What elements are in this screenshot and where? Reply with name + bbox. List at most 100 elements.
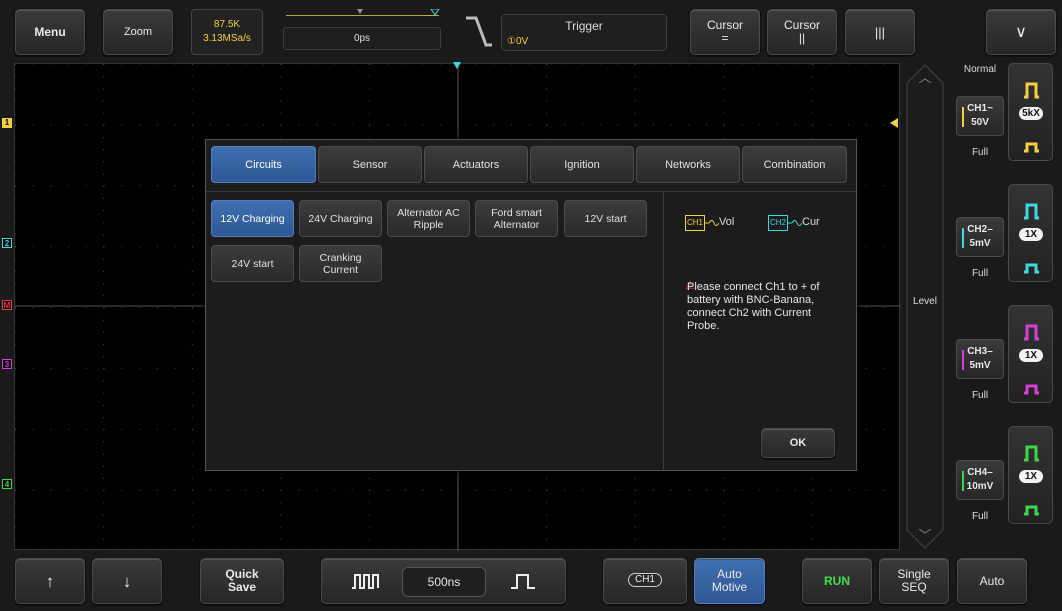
ch2-probe-tag: CH2 xyxy=(768,215,788,231)
test-12v-start[interactable]: 12V start xyxy=(564,200,647,237)
test-label: Cranking Current xyxy=(319,251,362,276)
ch4-marker[interactable]: 4 xyxy=(2,479,12,489)
tab-label: Sensor xyxy=(352,158,388,171)
ch2-name: CH2 xyxy=(967,224,988,235)
quick-save-line2: Save xyxy=(227,580,257,594)
test-12v-charging[interactable]: 12V Charging xyxy=(211,200,294,237)
test-24v-start[interactable]: 24V start xyxy=(211,245,294,282)
cursor-vertical-button[interactable]: Cursor || xyxy=(767,9,837,55)
quick-save-button[interactable]: Quick Save xyxy=(200,558,284,604)
scroll-down-button[interactable]: ↓ xyxy=(92,558,162,604)
tab-combination[interactable]: Combination xyxy=(742,146,847,183)
ch4-name: CH4 xyxy=(967,467,988,478)
ch1-marker[interactable]: 1 xyxy=(2,118,12,128)
ch3-probe-button[interactable]: 1X xyxy=(1008,305,1053,403)
ch1-probe-button[interactable]: 5kX xyxy=(1008,63,1053,161)
tab-ignition[interactable]: Ignition xyxy=(530,146,634,183)
auto-motive-button[interactable]: Auto Motive xyxy=(694,558,765,604)
test-label: 24V start xyxy=(231,257,274,270)
ch4-bandwidth: Full xyxy=(971,511,989,522)
test-label: Ford smart Alternator xyxy=(491,206,542,231)
connection-instructions: Please connect Ch1 to + of battery with … xyxy=(687,281,820,332)
tab-label: Actuators xyxy=(452,158,500,171)
ch2-color-bar xyxy=(962,228,964,248)
trigger-position-bar[interactable] xyxy=(286,9,440,18)
ch4-probe-button[interactable]: 1X xyxy=(1008,426,1053,524)
tab-networks[interactable]: Networks xyxy=(636,146,740,183)
timebase-value-text: 500ns xyxy=(427,575,461,589)
trigger-position-field[interactable]: 0ps xyxy=(283,27,441,50)
ch2-settings[interactable]: CH2– 5mV xyxy=(956,217,1004,257)
test-label: 24V Charging xyxy=(308,212,373,225)
cursor-horizontal-button[interactable]: Cursor = xyxy=(690,9,760,55)
ch1-probe-label: Vol xyxy=(719,216,735,228)
ch1-settings[interactable]: CH1~ 50V xyxy=(956,96,1004,136)
ch4-coupling: – xyxy=(987,467,993,478)
zoom-button-label: Zoom xyxy=(123,25,153,38)
ch1-probe-ratio: 5kX xyxy=(1019,107,1043,120)
math-marker[interactable]: M xyxy=(2,300,12,310)
ch3-marker[interactable]: 3 xyxy=(2,359,12,369)
record-length: 87.5K xyxy=(213,19,241,30)
arrow-down-icon: ↓ xyxy=(122,571,132,591)
ch1-name: CH1 xyxy=(967,103,988,114)
ch4-color-bar xyxy=(962,471,964,491)
acquisition-info: 87.5K 3.13MSa/s xyxy=(191,9,263,55)
trigger-level: ①0V xyxy=(507,36,529,47)
test-label: 12V Charging xyxy=(220,212,285,225)
trigger-position-value: 0ps xyxy=(353,33,371,44)
tab-actuators[interactable]: Actuators xyxy=(424,146,528,183)
ch4-settings[interactable]: CH4– 10mV xyxy=(956,460,1004,500)
category-tabs: Circuits Sensor Actuators Ignition Netwo… xyxy=(206,140,856,192)
ch1-probe-tag: CH1 xyxy=(685,215,705,231)
ch2-probe-button[interactable]: 1X xyxy=(1008,184,1053,282)
ch2-probe-ratio: 1X xyxy=(1019,228,1043,241)
single-seq-line2: SEQ xyxy=(901,580,927,594)
test-ford-smart-alternator[interactable]: Ford smart Alternator xyxy=(475,200,558,237)
menu-button-label: Menu xyxy=(34,24,66,39)
tab-label: Circuits xyxy=(245,158,282,171)
timebase-decrease-icon[interactable] xyxy=(351,571,381,591)
automotive-test-dialog: Circuits Sensor Actuators Ignition Netwo… xyxy=(205,139,857,471)
test-24v-charging[interactable]: 24V Charging xyxy=(299,200,382,237)
trigger-panel[interactable]: Trigger ①0V xyxy=(501,14,667,51)
ch3-probe-ratio: 1X xyxy=(1019,349,1043,362)
test-alternator-ac-ripple[interactable]: Alternator AC Ripple xyxy=(387,200,470,237)
timebase-increase-icon[interactable] xyxy=(508,571,538,591)
menu-button[interactable]: Menu xyxy=(15,9,85,55)
falling-edge-icon[interactable] xyxy=(464,15,494,49)
collapse-button[interactable]: ∨ xyxy=(986,9,1056,55)
tab-sensor[interactable]: Sensor xyxy=(318,146,422,183)
test-label: 12V start xyxy=(584,212,627,225)
trigger-level-arrow-icon[interactable] xyxy=(890,118,898,128)
trigger-time-marker-icon[interactable] xyxy=(452,62,462,72)
trigger-position-marker-icon xyxy=(357,9,440,16)
level-label: Level xyxy=(913,296,937,307)
tab-label: Ignition xyxy=(564,158,600,171)
scroll-up-button[interactable]: ↑ xyxy=(15,558,85,604)
auto-motive-line2: Motive xyxy=(711,580,748,594)
probe-wire-icon xyxy=(788,220,802,226)
ch2-coupling: – xyxy=(987,224,993,235)
zoom-button[interactable]: Zoom xyxy=(103,9,173,55)
test-cranking-current[interactable]: Cranking Current xyxy=(299,245,382,282)
panel-divider xyxy=(663,192,664,471)
sample-rate: 3.13MSa/s xyxy=(203,33,251,44)
trigger-title: Trigger xyxy=(565,19,603,33)
auto-label: Auto xyxy=(979,573,1005,588)
ch1-bandwidth: Full xyxy=(971,147,989,158)
ch3-settings[interactable]: CH3– 5mV xyxy=(956,339,1004,379)
ch2-marker[interactable]: 2 xyxy=(2,238,12,248)
ch3-color-bar xyxy=(962,350,964,370)
run-label: RUN xyxy=(824,573,850,588)
timebase-value[interactable]: 500ns xyxy=(402,567,486,597)
ch3-name: CH3 xyxy=(967,346,988,357)
ch1-coupling: ~ xyxy=(987,103,993,114)
single-seq-button[interactable]: Single SEQ xyxy=(879,558,949,604)
measure-button[interactable]: ||| xyxy=(845,9,915,55)
tab-circuits[interactable]: Circuits xyxy=(211,146,316,183)
ok-button[interactable]: OK xyxy=(761,428,835,458)
auto-button[interactable]: Auto xyxy=(957,558,1027,604)
ch4-probe-ratio: 1X xyxy=(1019,470,1043,483)
run-stop-button[interactable]: RUN xyxy=(802,558,872,604)
